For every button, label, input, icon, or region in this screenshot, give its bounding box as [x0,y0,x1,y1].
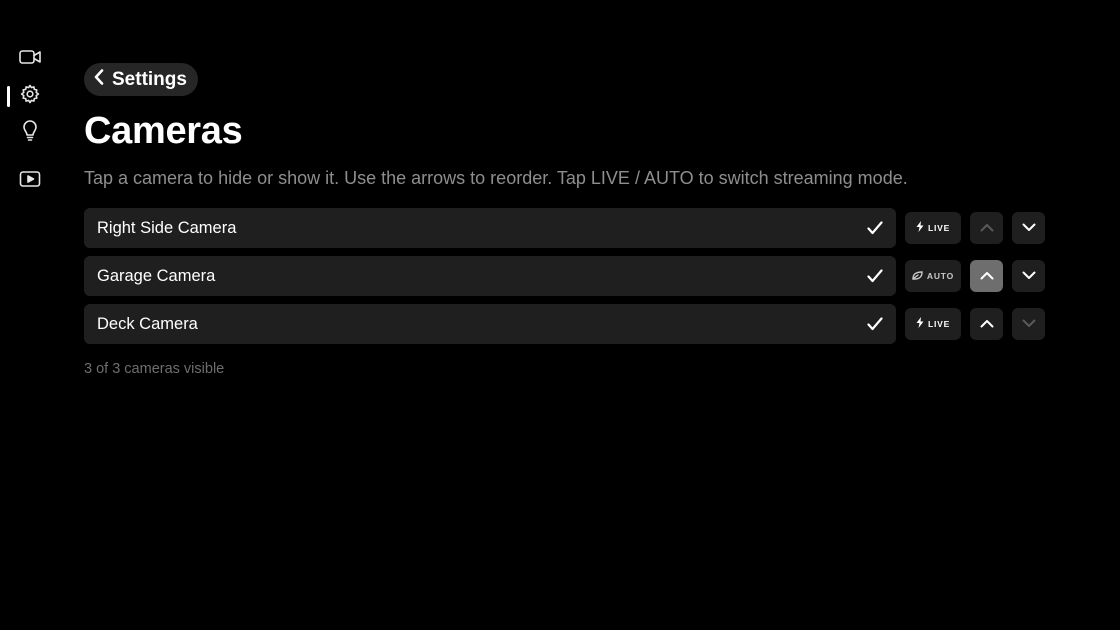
chevron-down-icon [1022,267,1036,285]
stream-mode-button[interactable]: LIVE [905,212,961,244]
lightbulb-icon [22,119,38,147]
camera-name: Deck Camera [97,314,198,333]
camera-row: Deck Camera LIVE [84,304,1046,344]
chevron-up-icon [980,219,994,237]
stream-mode-label: LIVE [927,223,951,233]
sidebar-item-lights[interactable] [14,117,46,149]
camera-list: Right Side Camera LIVE Garage Camera AUT… [84,208,1046,352]
move-up-button[interactable] [970,212,1003,244]
camera-name: Right Side Camera [97,218,237,237]
video-camera-icon [19,49,41,70]
sidebar-selection-indicator [7,86,10,107]
visible-count-text: 3 of 3 cameras visible [84,361,225,377]
camera-row: Right Side Camera LIVE [84,208,1046,248]
chevron-down-icon [1022,219,1036,237]
sidebar [0,0,60,630]
page-subtitle: Tap a camera to hide or show it. Use the… [84,168,908,188]
lightning-bolt-icon [916,219,924,237]
page-title: Cameras [84,110,243,152]
move-down-button[interactable] [1012,308,1045,340]
chevron-up-icon [980,315,994,333]
sidebar-item-media[interactable] [14,165,46,197]
checkmark-icon [867,269,883,283]
camera-toggle[interactable]: Garage Camera [84,256,896,296]
back-button[interactable]: Settings [84,63,198,96]
chevron-up-icon [980,267,994,285]
move-up-button[interactable] [970,308,1003,340]
gear-icon [20,84,40,109]
camera-toggle[interactable]: Right Side Camera [84,208,896,248]
move-down-button[interactable] [1012,260,1045,292]
camera-row: Garage Camera AUTO [84,256,1046,296]
play-icon [19,170,41,193]
stream-mode-button[interactable]: LIVE [905,308,961,340]
move-up-button[interactable] [970,260,1003,292]
chevron-left-icon [94,69,104,90]
lightning-bolt-icon [916,315,924,333]
checkmark-icon [867,317,883,331]
stream-mode-button[interactable]: AUTO [905,260,961,292]
stream-mode-label: AUTO [926,271,955,281]
camera-toggle[interactable]: Deck Camera [84,304,896,344]
sidebar-item-settings[interactable] [14,80,46,112]
leaf-icon [912,267,923,285]
checkmark-icon [867,221,883,235]
camera-name: Garage Camera [97,266,216,285]
sidebar-item-cameras[interactable] [14,43,46,75]
move-down-button[interactable] [1012,212,1045,244]
back-button-label: Settings [112,68,187,90]
stream-mode-label: LIVE [927,319,951,329]
chevron-down-icon [1022,315,1036,333]
